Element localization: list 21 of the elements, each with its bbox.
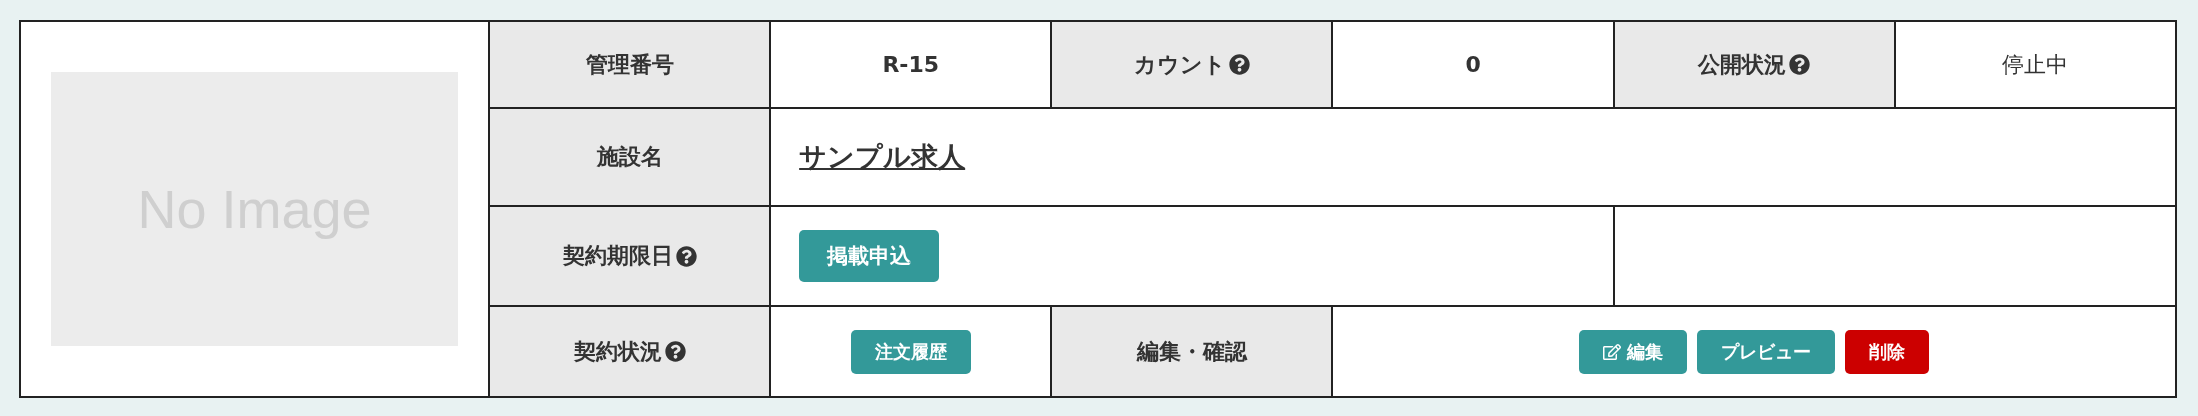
field-label: 施設名 (596, 143, 663, 171)
field-label: 編集・確認 (1136, 337, 1247, 366)
help-icon[interactable] (675, 245, 697, 267)
edit-button[interactable]: 編集 (1579, 329, 1688, 374)
cell-value: 停止中 (2002, 50, 2069, 79)
order-history-button[interactable]: 注文履歴 (850, 329, 971, 374)
help-icon[interactable] (1228, 54, 1250, 75)
help-icon[interactable] (1789, 54, 1811, 75)
facility-link[interactable]: サンプル求人 (799, 141, 966, 172)
cell-value: R-15 (882, 52, 940, 77)
preview-button[interactable]: プレビュー (1697, 329, 1836, 374)
delete-button[interactable]: 削除 (1845, 329, 1930, 374)
field-label: 公開状況 (1698, 50, 1787, 79)
field-label: 契約期限日 (562, 242, 673, 270)
edit-icon (1603, 342, 1622, 361)
help-icon[interactable] (664, 341, 686, 362)
apply-button[interactable]: 掲載申込 (799, 230, 940, 282)
field-label: カウント (1133, 50, 1226, 79)
field-label: 管理番号 (585, 50, 674, 79)
cell-value: 0 (1465, 52, 1481, 77)
field-label: 契約状況 (573, 337, 662, 366)
